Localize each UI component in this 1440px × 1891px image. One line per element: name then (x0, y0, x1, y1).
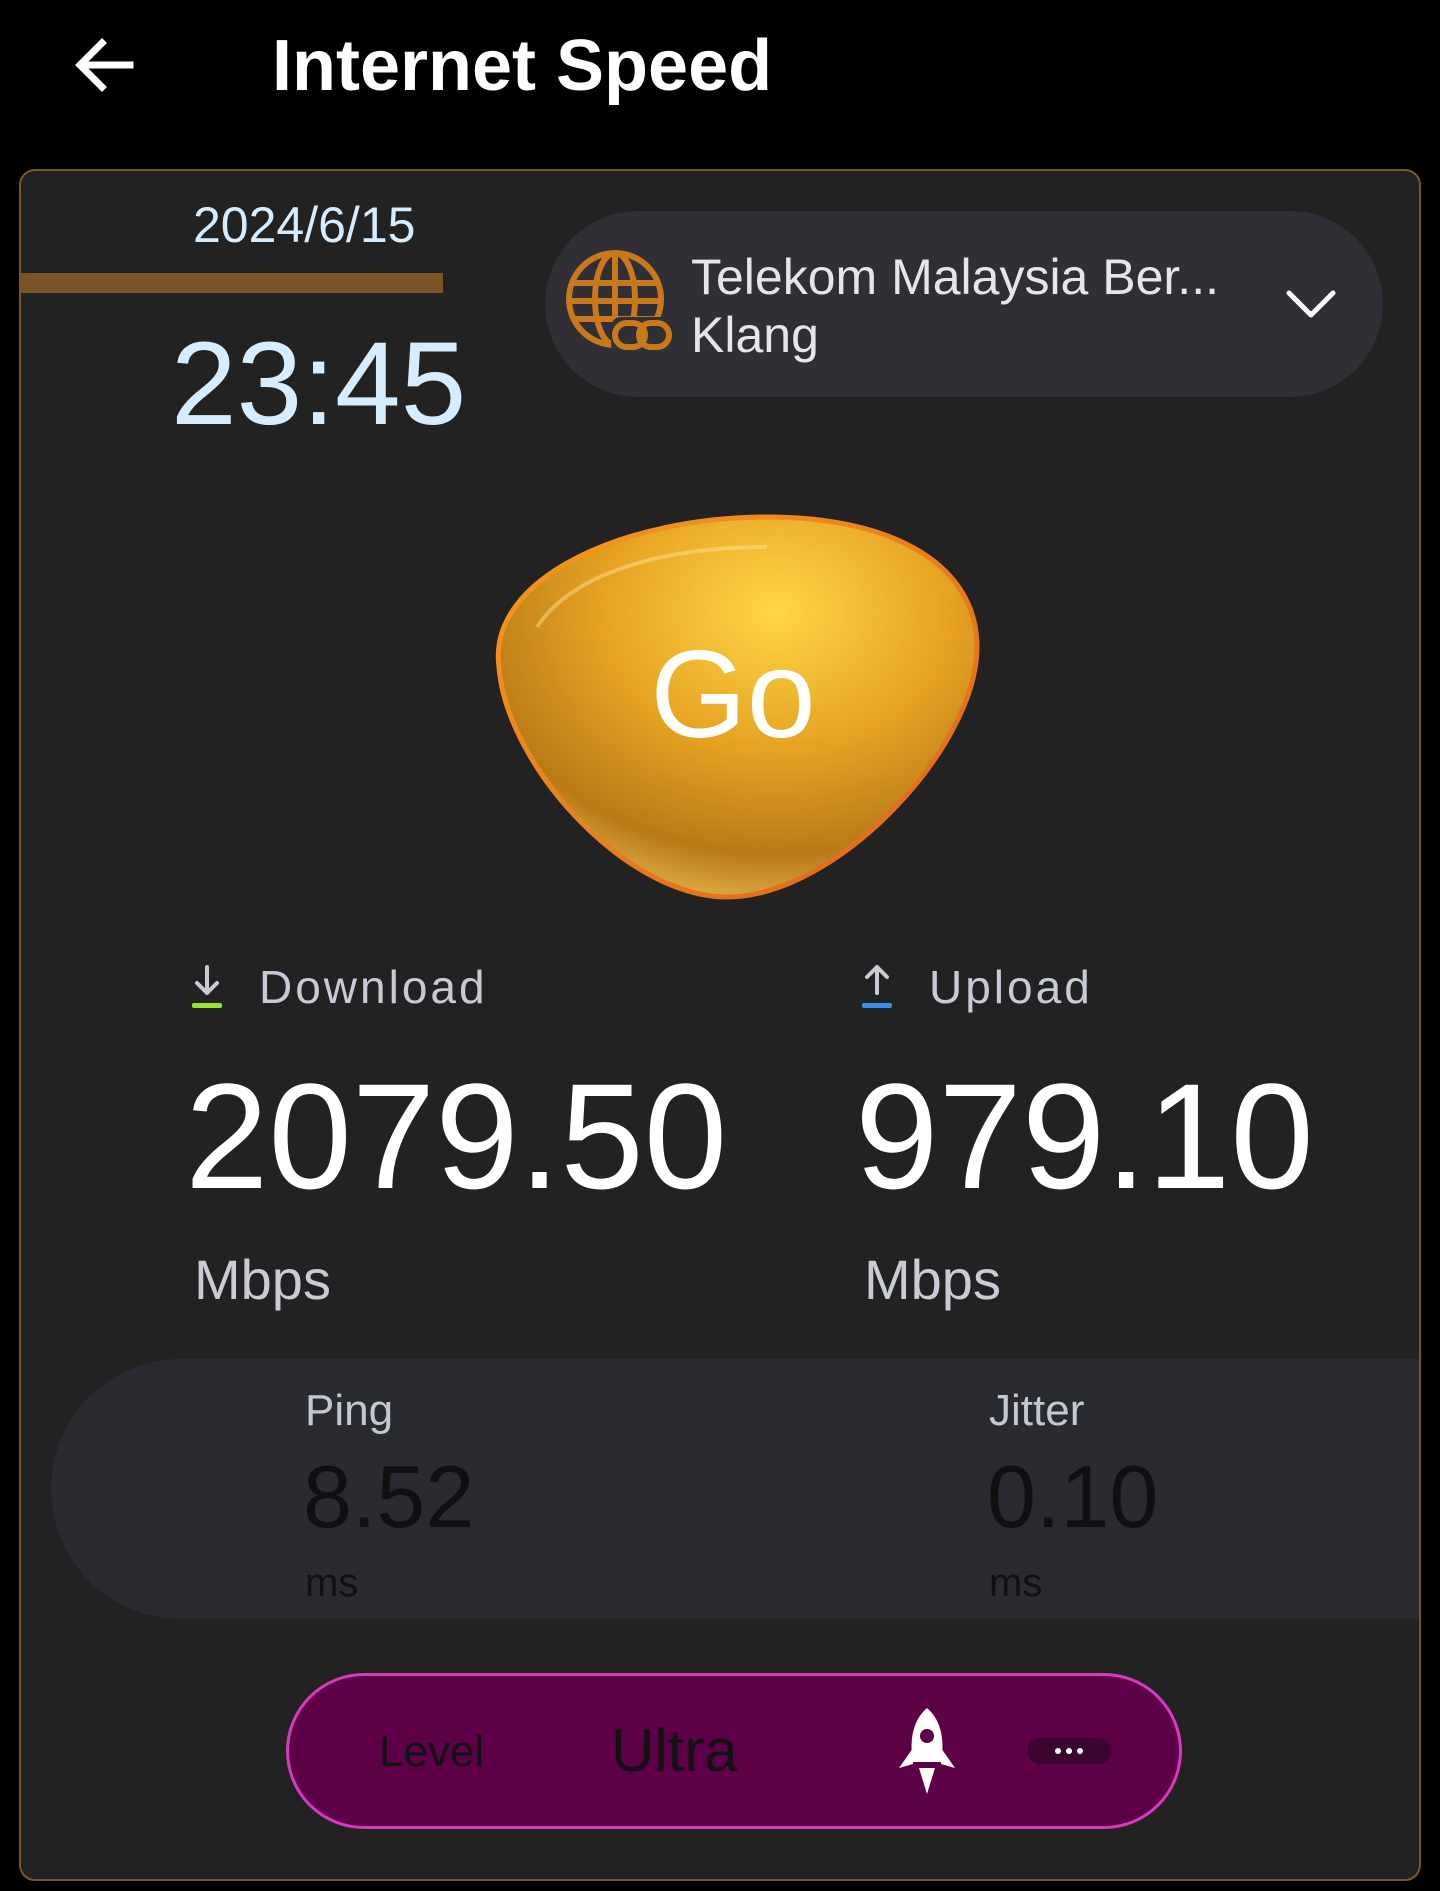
date-divider (21, 273, 443, 293)
test-time: 23:45 (171, 318, 467, 450)
ping-unit: ms (305, 1561, 359, 1605)
download-unit: Mbps (194, 1248, 331, 1311)
upload-unit: Mbps (864, 1248, 1001, 1311)
server-selector[interactable]: Telekom Malaysia Ber... Klang (545, 211, 1383, 397)
go-button[interactable]: Go (477, 507, 989, 907)
go-blob-shape (495, 514, 980, 900)
ping-label: Ping (305, 1386, 394, 1435)
level-value: Ultra (611, 1717, 738, 1784)
download-value: 2079.50 (185, 1052, 728, 1220)
jitter-label: Jitter (989, 1386, 1085, 1435)
globe-link-icon (566, 250, 673, 355)
more-dots-icon (1055, 1748, 1061, 1754)
latency-panel: Ping 8.52 ms Jitter 0.10 ms (51, 1359, 1419, 1619)
download-label: Download (259, 961, 488, 1013)
more-button[interactable] (1027, 1738, 1111, 1764)
arrow-left-icon (75, 38, 134, 92)
jitter-value: 0.10 (987, 1447, 1159, 1546)
upload-value: 979.10 (855, 1052, 1314, 1220)
ping-value: 8.52 (303, 1447, 475, 1546)
jitter-unit: ms (989, 1561, 1043, 1605)
result-card: 2024/6/15 23:45 Telekom Malaysia Ber... … (19, 169, 1421, 1881)
test-date: 2024/6/15 (193, 197, 416, 253)
page-title: Internet Speed (272, 26, 773, 106)
upload-arrow-icon (862, 965, 892, 1008)
isp-location: Klang (691, 307, 819, 363)
app-bar: Internet Speed (0, 0, 1440, 150)
level-badge[interactable]: Level Ultra (286, 1673, 1182, 1829)
upload-label: Upload (929, 961, 1093, 1013)
level-label: Level (379, 1727, 485, 1776)
download-arrow-icon (192, 965, 222, 1008)
back-button[interactable] (62, 28, 146, 102)
chevron-down-icon (1286, 290, 1336, 318)
rocket-icon (899, 1708, 955, 1794)
isp-name: Telekom Malaysia Ber... (691, 249, 1219, 305)
